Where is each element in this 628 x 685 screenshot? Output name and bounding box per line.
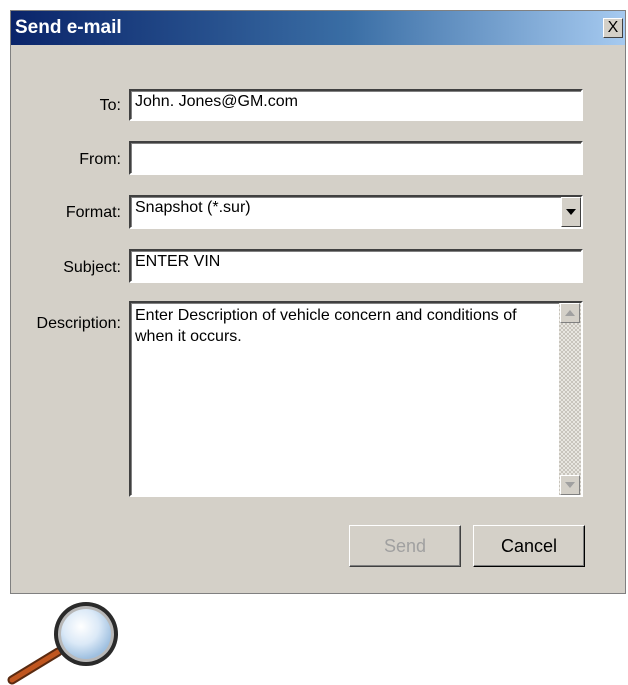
scroll-down-icon — [565, 482, 575, 488]
close-icon: X — [607, 19, 619, 36]
scroll-up-icon — [565, 310, 575, 316]
magnifier-lens — [61, 609, 111, 659]
subject-field[interactable]: ENTER VIN — [129, 249, 583, 283]
scroll-up-button[interactable] — [560, 303, 580, 323]
send-email-dialog: Send e-mail X To: John. Jones@GM.com Fro… — [10, 10, 626, 594]
close-button[interactable]: X — [603, 18, 623, 38]
format-select[interactable]: Snapshot (*.sur) — [129, 195, 583, 229]
scroll-down-button[interactable] — [560, 475, 580, 495]
description-text: Enter Description of vehicle concern and… — [135, 307, 517, 345]
from-field[interactable] — [129, 141, 583, 175]
subject-label: Subject: — [63, 259, 121, 276]
format-selected-value: Snapshot (*.sur) — [135, 199, 251, 216]
title-bar[interactable]: Send e-mail X — [11, 11, 625, 45]
window-title: Send e-mail — [15, 17, 122, 38]
dropdown-arrow-icon — [566, 209, 576, 215]
description-label: Description: — [36, 315, 121, 332]
format-label: Format: — [65, 204, 121, 221]
magnifier-icon — [7, 602, 118, 685]
from-label: From: — [79, 151, 121, 168]
send-button[interactable]: Send — [349, 525, 461, 567]
format-dropdown-button[interactable] — [561, 197, 581, 227]
cancel-button[interactable]: Cancel — [473, 525, 585, 567]
description-textarea[interactable]: Enter Description of vehicle concern and… — [129, 301, 583, 497]
description-scrollbar[interactable] — [559, 303, 581, 495]
to-label: To: — [99, 97, 121, 114]
to-field[interactable]: John. Jones@GM.com — [129, 89, 583, 121]
magnifier-handle-highlight — [9, 649, 61, 683]
